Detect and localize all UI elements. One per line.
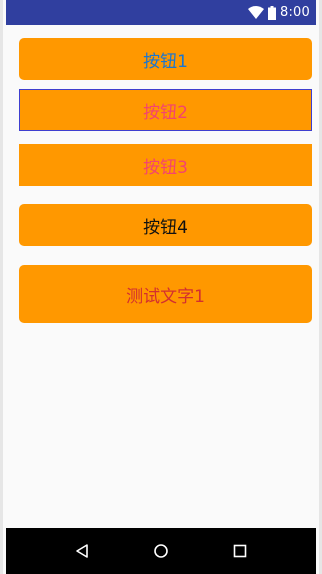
main-content: 按钮1 按钮2 按钮3 按钮4 测试文字1 [6, 25, 316, 528]
navigation-bar [6, 528, 316, 574]
button-2[interactable]: 按钮2 [19, 89, 312, 131]
status-time: 8:00 [280, 5, 310, 20]
recents-icon[interactable] [220, 531, 260, 571]
battery-icon [268, 5, 276, 20]
button-1[interactable]: 按钮1 [19, 38, 312, 80]
home-icon[interactable] [141, 531, 181, 571]
device-frame: 8:00 按钮1 按钮2 按钮3 按钮4 测试文字1 [0, 0, 322, 574]
button-4[interactable]: 按钮4 [19, 204, 312, 246]
button-3[interactable]: 按钮3 [19, 144, 312, 186]
status-bar: 8:00 [6, 0, 316, 25]
test-text-1: 测试文字1 [19, 265, 312, 323]
back-icon[interactable] [62, 531, 102, 571]
wifi-icon [248, 6, 264, 19]
